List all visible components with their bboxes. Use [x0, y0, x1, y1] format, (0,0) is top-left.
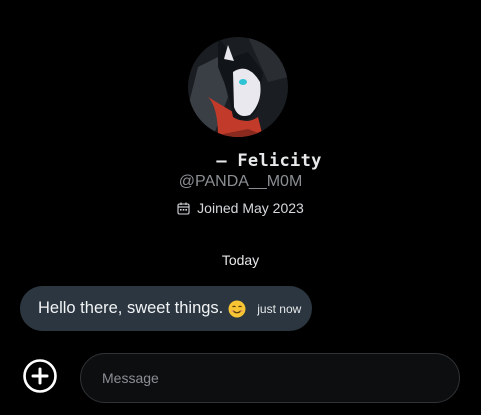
message-timestamp: just now — [257, 301, 302, 316]
user-handle[interactable]: @PANDA__M0M — [0, 173, 481, 191]
profile-avatar[interactable] — [188, 37, 288, 137]
smiling-face-emoji — [228, 300, 246, 317]
message-text: Hello there, sweet things. — [38, 299, 224, 317]
joined-date: Joined May 2023 — [0, 200, 481, 216]
calendar-icon — [177, 202, 190, 215]
message-bubble[interactable]: Hello there, sweet things. just now — [20, 286, 312, 331]
day-separator: Today — [221, 252, 260, 268]
avatar-image — [188, 37, 288, 137]
joined-label: Joined May 2023 — [197, 200, 304, 216]
display-name[interactable]: — Felicity — [0, 151, 481, 171]
message-composer[interactable] — [80, 353, 460, 403]
message-input[interactable] — [100, 369, 444, 387]
add-attachment-button[interactable] — [23, 359, 57, 393]
plus-circle-icon — [23, 359, 57, 393]
